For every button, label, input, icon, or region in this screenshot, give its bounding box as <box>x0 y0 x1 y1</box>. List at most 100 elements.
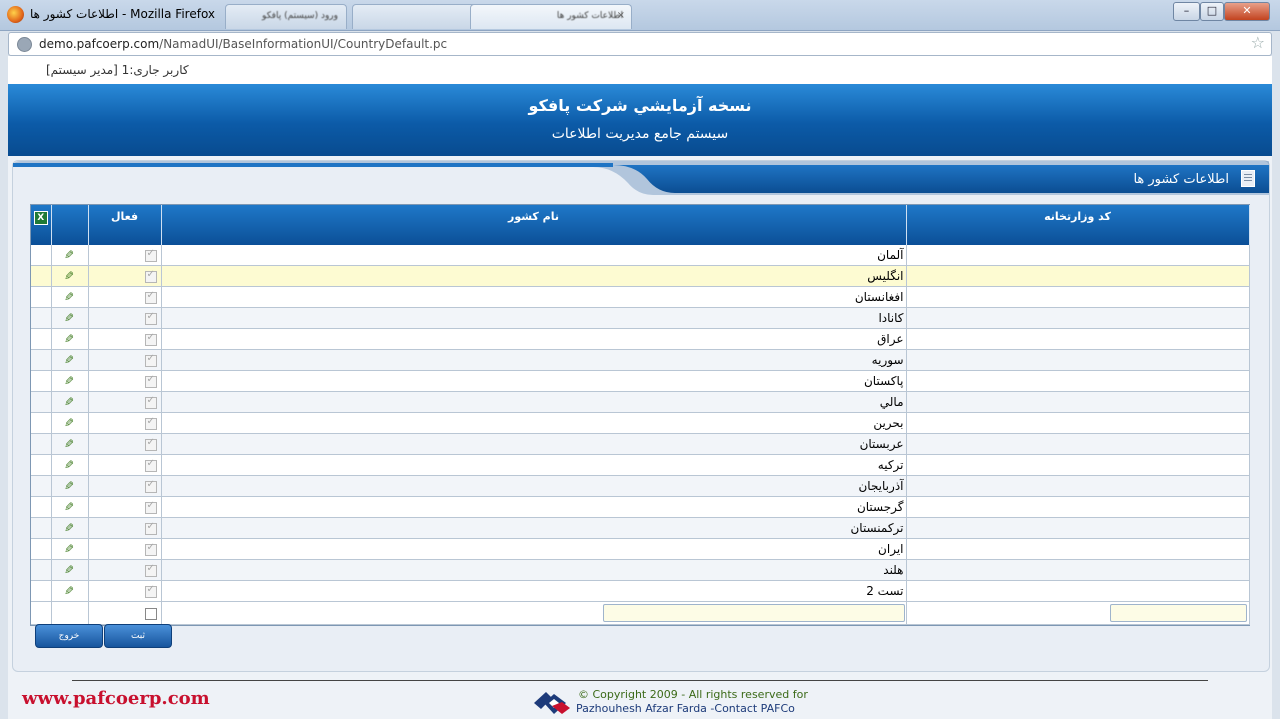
pencil-edit-icon[interactable]: ✎ <box>64 584 74 598</box>
edit-cell[interactable]: ✎ <box>51 412 89 434</box>
edit-cell[interactable]: ✎ <box>51 307 89 329</box>
edit-cell[interactable]: ✎ <box>51 286 89 308</box>
ministry-code-column-header[interactable]: كد وزارتخانه <box>906 205 1250 245</box>
active-checkbox[interactable] <box>144 374 157 388</box>
country-name-cell: تست 2 <box>161 580 907 602</box>
tab-active[interactable]: اطلاعات کشور ها × <box>470 4 632 29</box>
pencil-edit-icon[interactable]: ✎ <box>64 500 74 514</box>
edit-cell[interactable]: ✎ <box>51 328 89 350</box>
active-checkbox[interactable] <box>144 269 157 283</box>
active-checkbox[interactable] <box>144 437 157 451</box>
close-window-button[interactable]: ✕ <box>1224 2 1270 21</box>
pencil-edit-icon[interactable]: ✎ <box>64 269 74 283</box>
edit-cell[interactable]: ✎ <box>51 391 89 413</box>
active-cell <box>88 307 162 329</box>
edit-cell[interactable]: ✎ <box>51 475 89 497</box>
pencil-edit-icon[interactable]: ✎ <box>64 248 74 262</box>
active-checkbox[interactable] <box>144 500 157 514</box>
save-button[interactable]: ثبت <box>104 624 172 648</box>
pencil-edit-icon[interactable]: ✎ <box>64 437 74 451</box>
edit-cell[interactable]: ✎ <box>51 496 89 518</box>
edit-cell[interactable]: ✎ <box>51 454 89 476</box>
table-row[interactable]: ✎ آلمان <box>31 245 1250 266</box>
active-cell <box>88 475 162 497</box>
pencil-edit-icon[interactable]: ✎ <box>64 458 74 472</box>
url-text[interactable]: demo.pafcoerp.com/NamadUI/BaseInformatio… <box>39 37 447 51</box>
table-row[interactable]: ✎ انگليس <box>31 265 1250 287</box>
maximize-button[interactable]: □ <box>1200 2 1224 21</box>
table-row[interactable]: ✎ گرجستان <box>31 496 1250 518</box>
active-checkbox[interactable] <box>144 311 157 325</box>
pencil-edit-icon[interactable]: ✎ <box>64 311 74 325</box>
table-row[interactable]: ✎ عربستان <box>31 433 1250 455</box>
pencil-edit-icon[interactable]: ✎ <box>64 563 74 577</box>
country-name-column-header[interactable]: نام كشور <box>161 205 907 245</box>
active-column-header[interactable]: فعال <box>88 205 162 245</box>
row-selector-cell <box>31 349 52 371</box>
ministry-code-cell <box>906 391 1250 413</box>
close-tab-icon[interactable]: × <box>617 10 625 21</box>
active-checkbox[interactable] <box>144 353 157 367</box>
edit-cell[interactable]: ✎ <box>51 517 89 539</box>
row-selector-cell <box>31 286 52 308</box>
pencil-edit-icon[interactable]: ✎ <box>64 353 74 367</box>
table-row[interactable]: ✎ پاكستان <box>31 370 1250 392</box>
active-checkbox[interactable] <box>144 584 157 598</box>
pencil-edit-icon[interactable]: ✎ <box>64 374 74 388</box>
minimize-button[interactable]: – <box>1173 2 1200 21</box>
edit-cell[interactable]: ✎ <box>51 370 89 392</box>
edit-cell[interactable]: ✎ <box>51 580 89 602</box>
active-checkbox[interactable] <box>144 416 157 430</box>
edit-cell[interactable]: ✎ <box>51 349 89 371</box>
pencil-edit-icon[interactable]: ✎ <box>64 290 74 304</box>
site-link[interactable]: www.pafcoerp.com <box>22 688 210 709</box>
active-checkbox[interactable] <box>144 332 157 346</box>
edit-cell[interactable]: ✎ <box>51 538 89 560</box>
pencil-edit-icon[interactable]: ✎ <box>64 479 74 493</box>
table-row[interactable]: ✎ هلند <box>31 559 1250 581</box>
active-checkbox[interactable] <box>144 542 157 556</box>
table-row[interactable]: ✎ افغانستان <box>31 286 1250 308</box>
tab-1[interactable]: ورود (سیستم) پافکو <box>225 4 347 29</box>
active-checkbox[interactable] <box>144 563 157 577</box>
active-checkbox[interactable] <box>144 248 157 262</box>
ministry-code-cell <box>906 286 1250 308</box>
table-row[interactable]: ✎ عراق <box>31 328 1250 350</box>
globe-icon <box>17 37 32 52</box>
active-cell <box>88 433 162 455</box>
table-row[interactable]: ✎ آذربايجان <box>31 475 1250 497</box>
new-country-name-input[interactable] <box>602 604 905 622</box>
active-checkbox[interactable] <box>144 395 157 409</box>
table-row[interactable]: ✎ تركيه <box>31 454 1250 476</box>
country-name-cell: آذربايجان <box>161 475 907 497</box>
table-row[interactable]: ✎ تركمنستان <box>31 517 1250 539</box>
pencil-edit-icon[interactable]: ✎ <box>64 416 74 430</box>
bookmark-star-icon[interactable]: ☆ <box>1251 33 1265 52</box>
new-active-checkbox[interactable] <box>144 607 157 620</box>
edit-cell[interactable]: ✎ <box>51 265 89 287</box>
active-checkbox[interactable] <box>144 521 157 535</box>
pencil-edit-icon[interactable]: ✎ <box>64 332 74 346</box>
pencil-edit-icon[interactable]: ✎ <box>64 395 74 409</box>
table-row[interactable]: ✎ كانادا <box>31 307 1250 329</box>
new-ministry-code-input[interactable] <box>1109 604 1247 622</box>
table-row[interactable]: ✎ تست 2 <box>31 580 1250 602</box>
exit-button[interactable]: خروج <box>35 624 103 648</box>
pencil-edit-icon[interactable]: ✎ <box>64 521 74 535</box>
table-row[interactable]: ✎ ايران <box>31 538 1250 560</box>
active-checkbox[interactable] <box>144 479 157 493</box>
pencil-edit-icon[interactable]: ✎ <box>64 542 74 556</box>
active-cell <box>88 580 162 602</box>
table-row[interactable]: ✎ مالي <box>31 391 1250 413</box>
table-row[interactable]: ✎ سوريه <box>31 349 1250 371</box>
address-bar[interactable]: demo.pafcoerp.com/NamadUI/BaseInformatio… <box>8 32 1272 56</box>
edit-cell[interactable]: ✎ <box>51 433 89 455</box>
active-checkbox[interactable] <box>144 290 157 304</box>
contact-link[interactable]: -Contact PAFCo <box>710 702 794 715</box>
edit-cell[interactable]: ✎ <box>51 559 89 581</box>
excel-export-icon[interactable]: X <box>33 211 48 225</box>
edit-cell[interactable]: ✎ <box>51 245 89 266</box>
ministry-code-cell <box>906 328 1250 350</box>
table-row[interactable]: ✎ بحرين <box>31 412 1250 434</box>
active-checkbox[interactable] <box>144 458 157 472</box>
